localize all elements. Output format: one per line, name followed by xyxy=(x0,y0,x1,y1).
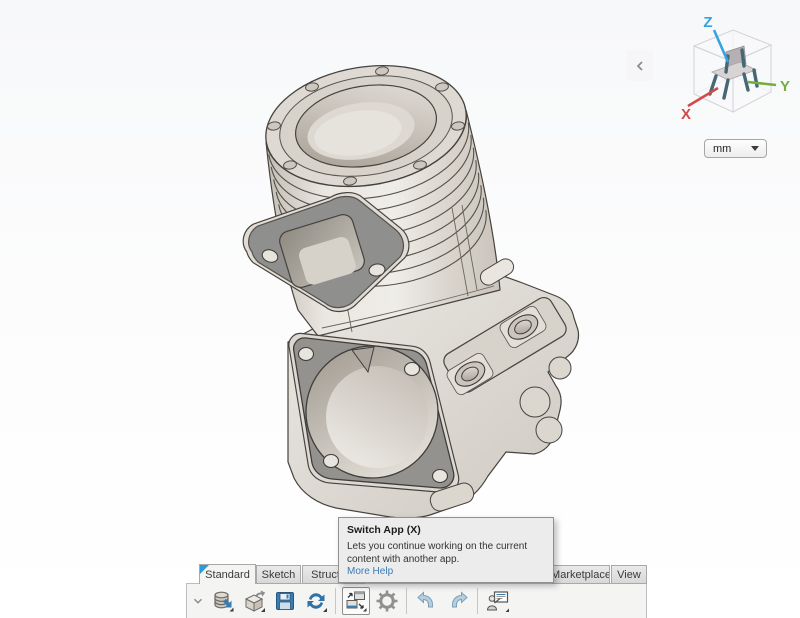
user-screen-icon xyxy=(486,589,510,613)
toolbar-separator xyxy=(406,588,407,614)
collapse-panel-button[interactable] xyxy=(626,50,653,81)
chevron-down-icon xyxy=(751,146,759,151)
save-icon xyxy=(273,589,297,613)
view-cube[interactable]: Z X Y xyxy=(655,5,800,135)
toolbar-separator xyxy=(477,588,478,614)
toolbar-collapse-button[interactable] xyxy=(189,588,207,614)
units-value: mm xyxy=(705,143,751,155)
sync-icon xyxy=(304,589,328,613)
tab-label: Marketplace xyxy=(552,569,610,581)
tab-label: Standard xyxy=(205,569,250,581)
box-arrow-icon xyxy=(242,589,266,613)
tab-marketplace[interactable]: Marketplace xyxy=(552,565,610,584)
sync-button[interactable] xyxy=(302,587,330,615)
switch-app-button[interactable] xyxy=(342,587,370,615)
present-share-button[interactable] xyxy=(484,587,512,615)
z-axis-label: Z xyxy=(703,14,712,31)
chevron-down-icon xyxy=(191,594,205,608)
tooltip-title: Switch App (X) xyxy=(339,518,553,539)
switch-app-tooltip: Switch App (X) Lets you continue working… xyxy=(338,517,554,583)
gear-icon xyxy=(375,589,399,613)
ribbon-toolbar xyxy=(186,583,647,618)
tab-label: Sketch xyxy=(262,569,296,581)
more-help-link[interactable]: More Help xyxy=(347,566,393,577)
units-dropdown[interactable]: mm xyxy=(704,139,767,158)
database-arrow-icon xyxy=(211,589,235,613)
insert-part-button[interactable] xyxy=(240,587,268,615)
toolbar-separator xyxy=(335,588,336,614)
y-axis-label: Y xyxy=(780,78,790,95)
settings-button[interactable] xyxy=(373,587,401,615)
tooltip-body: Lets you continue working on the current… xyxy=(339,539,553,566)
undo-icon xyxy=(415,589,439,613)
chevron-left-icon xyxy=(633,59,647,73)
undo-button[interactable] xyxy=(413,587,441,615)
open-library-button[interactable] xyxy=(209,587,237,615)
case-bore-inner xyxy=(326,366,428,468)
switch-app-icon xyxy=(344,589,368,613)
tab-view[interactable]: View xyxy=(611,565,647,584)
save-button[interactable] xyxy=(271,587,299,615)
tab-label: View xyxy=(617,569,641,581)
tab-standard[interactable]: Standard xyxy=(199,564,256,584)
active-tab-corner xyxy=(200,565,209,574)
redo-button[interactable] xyxy=(444,587,472,615)
x-axis-label: X xyxy=(681,106,691,123)
tab-sketch[interactable]: Sketch xyxy=(256,565,301,584)
redo-icon xyxy=(446,589,470,613)
